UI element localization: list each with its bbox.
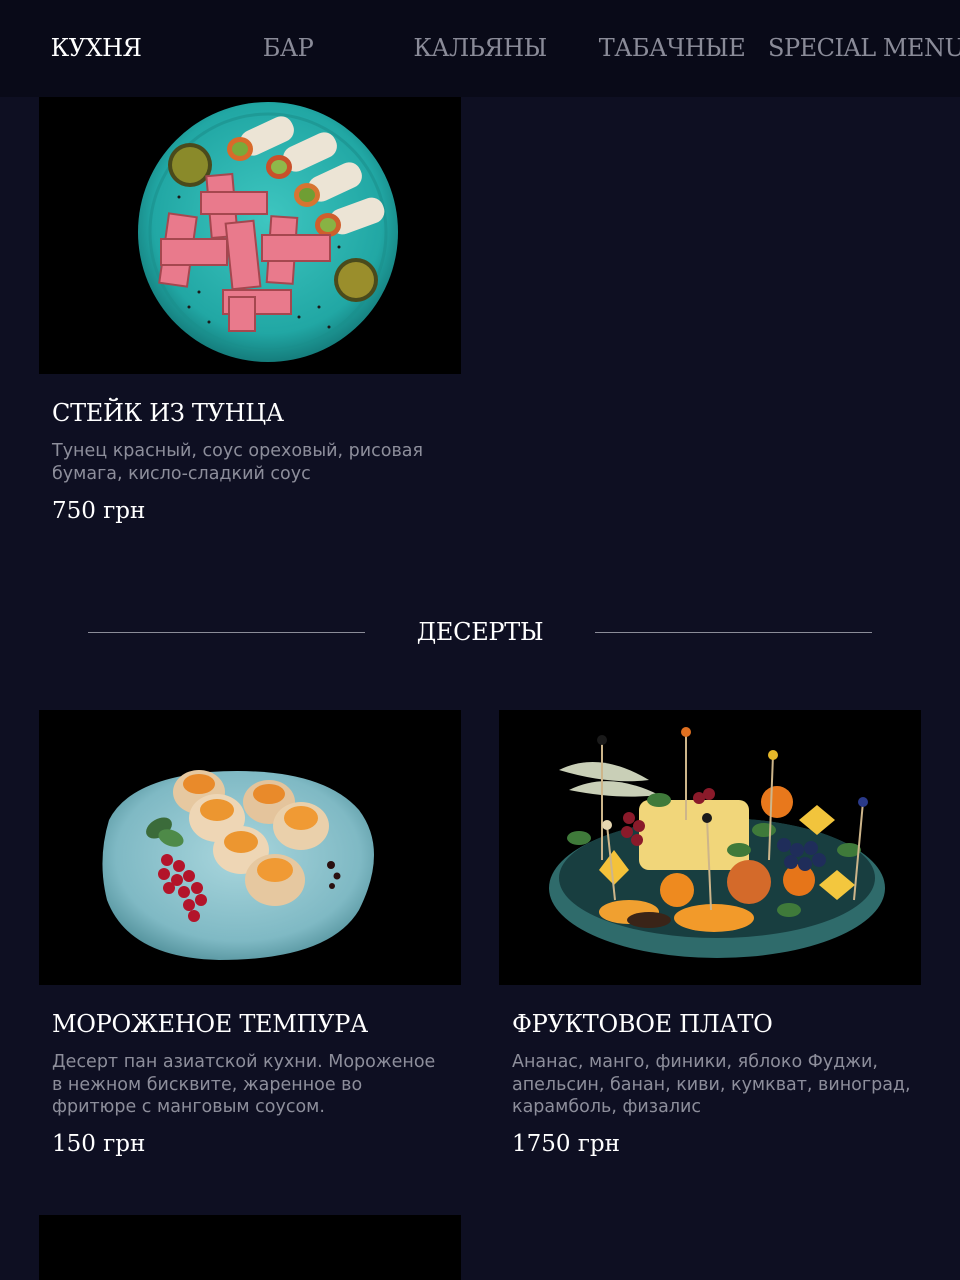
dish-title: МОРОЖЕНОЕ ТЕМПУРА xyxy=(52,1010,368,1038)
top-nav: КУХНЯ БАР КАЛЬЯНЫ ТАБАЧНЫЕ SPECIAL MENU xyxy=(0,0,960,97)
fruit-plate-photo[interactable] xyxy=(499,710,921,985)
nav-tab-bar[interactable]: БАР xyxy=(192,30,384,66)
section-divider-right xyxy=(595,632,872,633)
next-dish-photo[interactable] xyxy=(39,1215,461,1280)
nav-tab-kitchen[interactable]: КУХНЯ xyxy=(0,30,192,66)
dish-price: 750 грн xyxy=(52,498,146,524)
dish-price: 1750 грн xyxy=(512,1131,620,1157)
section-title-desserts: ДЕСЕРТЫ xyxy=(416,618,544,646)
dish-price: 150 грн xyxy=(52,1131,146,1157)
section-divider-left xyxy=(88,632,365,633)
tuna-steak-photo[interactable] xyxy=(39,97,461,374)
tempura-ice-cream-photo[interactable] xyxy=(39,710,461,985)
dish-description: Десерт пан азиатской кухни. Мороженое в … xyxy=(52,1052,436,1118)
nav-tab-special-menu[interactable]: SPECIAL MENU xyxy=(768,30,960,66)
nav-tab-tobacco[interactable]: ТАБАЧНЫЕ xyxy=(576,30,768,66)
dish-description: Ананас, манго, финики, яблоко Фуджи, апе… xyxy=(512,1052,911,1118)
dish-title: ФРУКТОВОЕ ПЛАТО xyxy=(512,1010,773,1038)
nav-tab-hookahs[interactable]: КАЛЬЯНЫ xyxy=(384,30,576,66)
dish-description: Тунец красный, соус ореховый, рисовая бу… xyxy=(52,441,424,484)
dish-title: СТЕЙК ИЗ ТУНЦА xyxy=(52,399,284,427)
